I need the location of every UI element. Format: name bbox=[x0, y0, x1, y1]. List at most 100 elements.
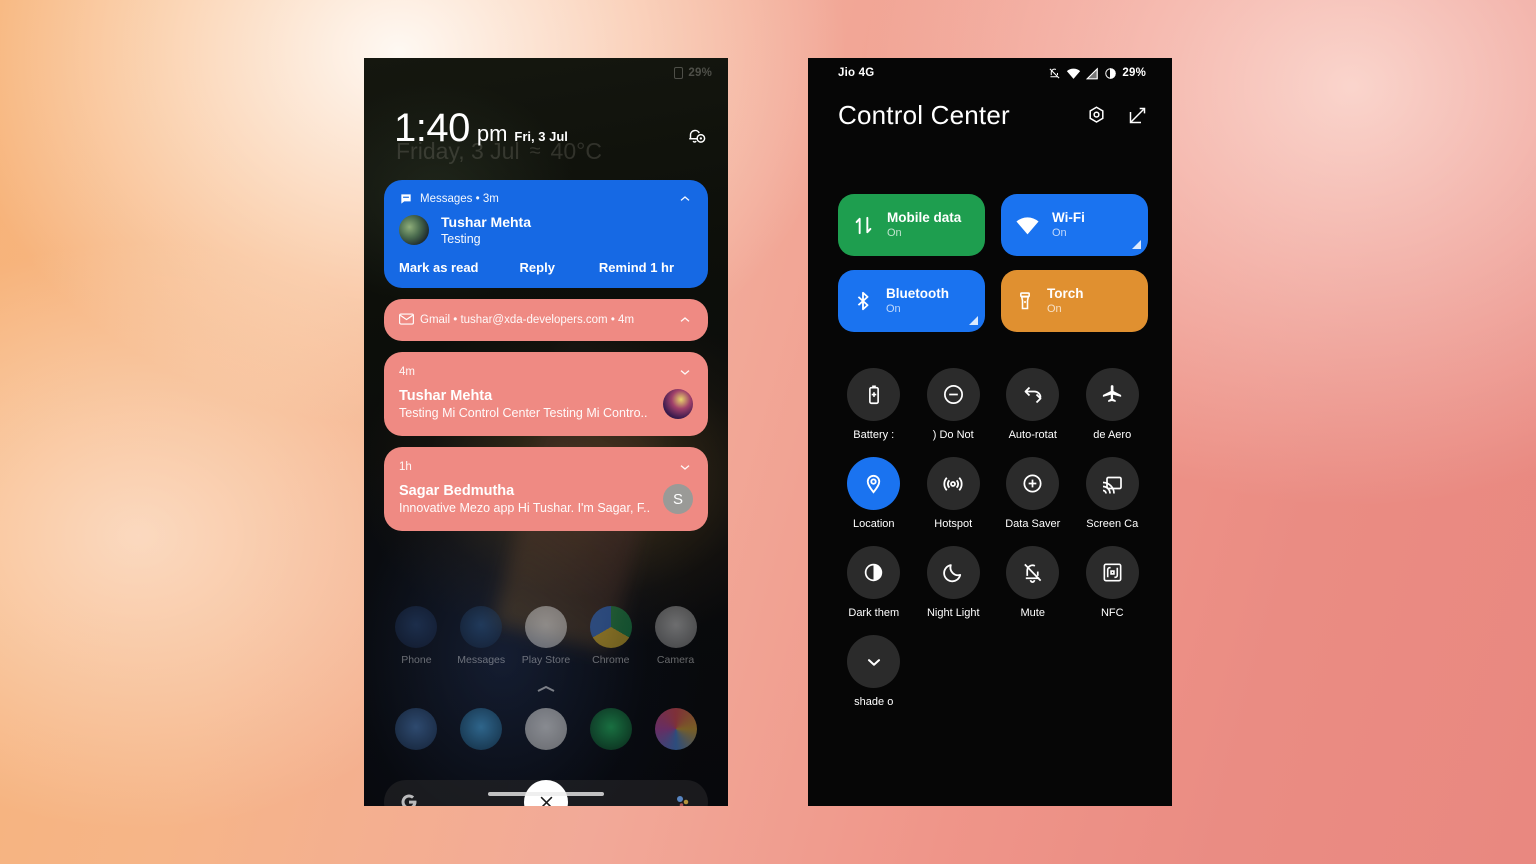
clock-date: Fri, 3 Jul bbox=[514, 129, 568, 144]
tile-mobile-data[interactable]: Mobile data On bbox=[838, 194, 985, 256]
tile-hotspot[interactable]: Hotspot bbox=[914, 457, 994, 530]
google-assistant-icon[interactable] bbox=[674, 793, 692, 806]
quick-settings-big-tiles: Mobile data On Wi-Fi On Bluetooth On Tor… bbox=[838, 194, 1148, 332]
right-phone-screen: Jio 4G 29% Control Center Mobile data On… bbox=[808, 58, 1172, 806]
tile-label: NFC bbox=[1100, 607, 1124, 619]
chevron-down-icon[interactable] bbox=[677, 459, 693, 475]
dock-slack[interactable] bbox=[514, 708, 579, 750]
messages-icon bbox=[399, 192, 413, 206]
tile-state: On bbox=[1052, 226, 1067, 239]
tile-auto-rotate[interactable]: Auto-rotat bbox=[993, 368, 1073, 441]
tile-label: Dark them bbox=[848, 607, 900, 619]
tile-label: Mobile data bbox=[887, 210, 962, 226]
edit-icon[interactable] bbox=[1127, 105, 1148, 126]
remind-button[interactable]: Remind 1 hr bbox=[599, 260, 693, 275]
phone-icon bbox=[395, 606, 438, 648]
dock-twitter[interactable] bbox=[449, 708, 514, 750]
tile-location[interactable]: Location bbox=[834, 457, 914, 530]
mark-as-read-button[interactable]: Mark as read bbox=[399, 260, 520, 275]
tile-wifi[interactable]: Wi-Fi On bbox=[1001, 194, 1148, 256]
app-phone[interactable]: Phone bbox=[384, 606, 449, 666]
notification-header: Gmail • tushar@xda-developers.com • 4m bbox=[384, 299, 708, 341]
quick-settings-small-tiles: Battery : ) Do Not Auto-rotat de Aero Lo… bbox=[834, 368, 1152, 708]
tile-label: ) Do Not bbox=[932, 429, 974, 441]
gear-icon[interactable] bbox=[1086, 105, 1107, 126]
notification-tushar[interactable]: 4m Tushar Mehta Testing Mi Control Cente… bbox=[384, 352, 708, 436]
carrier-label: Jio 4G bbox=[838, 67, 875, 79]
clock-time: 1:40 bbox=[394, 106, 470, 150]
notification-text: Testing Mi Control Center Testing Mi Con… bbox=[399, 406, 648, 420]
control-center-header: Control Center bbox=[838, 100, 1148, 131]
avatar bbox=[663, 389, 693, 419]
dock-one[interactable] bbox=[643, 708, 708, 750]
data-saver-icon bbox=[1006, 457, 1060, 510]
tile-label: Auto-rotat bbox=[1008, 429, 1057, 441]
battery-icon bbox=[1104, 67, 1117, 80]
chevron-down-icon bbox=[847, 635, 901, 688]
camera-icon bbox=[654, 606, 697, 648]
notification-text: Innovative Mezo app Hi Tushar. I'm Sagar… bbox=[399, 501, 651, 515]
chevron-up-icon[interactable] bbox=[677, 191, 693, 207]
notification-header: Messages • 3m bbox=[384, 180, 708, 210]
chevron-down-icon[interactable] bbox=[677, 364, 693, 380]
do-not-disturb-icon bbox=[926, 368, 980, 421]
notification-app-time: Messages • 3m bbox=[420, 193, 499, 205]
trello-icon bbox=[395, 708, 438, 750]
notification-title: Tushar Mehta bbox=[441, 214, 531, 230]
reply-button[interactable]: Reply bbox=[520, 260, 599, 275]
chrome-icon bbox=[589, 606, 632, 648]
tile-night-light[interactable]: Night Light bbox=[914, 546, 994, 619]
location-icon bbox=[847, 457, 901, 510]
dark-theme-icon bbox=[847, 546, 901, 599]
bluetooth-icon bbox=[852, 289, 874, 313]
app-drawer-handle[interactable] bbox=[364, 684, 728, 694]
app-chrome[interactable]: Chrome bbox=[578, 606, 643, 666]
notification-title: Sagar Bedmutha bbox=[399, 483, 515, 499]
tile-data-saver[interactable]: Data Saver bbox=[993, 457, 1073, 530]
tile-label: Torch bbox=[1047, 286, 1084, 302]
mobile-data-icon bbox=[852, 214, 875, 237]
app-label: Play Store bbox=[521, 654, 571, 666]
tile-dark-theme[interactable]: Dark them bbox=[834, 546, 914, 619]
navigation-pill[interactable] bbox=[488, 792, 604, 796]
tile-expand-shade[interactable]: shade o bbox=[834, 635, 914, 708]
app-camera[interactable]: Camera bbox=[643, 606, 708, 666]
dock-spotify[interactable] bbox=[578, 708, 643, 750]
tile-label: Night Light bbox=[926, 607, 980, 619]
tile-bluetooth[interactable]: Bluetooth On bbox=[838, 270, 985, 332]
notification-sagar[interactable]: 1h Sagar Bedmutha Innovative Mezo app Hi… bbox=[384, 447, 708, 531]
tile-label: Location bbox=[852, 518, 895, 530]
spotify-icon bbox=[589, 708, 632, 750]
app-label: Messages bbox=[457, 654, 506, 666]
tile-battery-saver[interactable]: Battery : bbox=[834, 368, 914, 441]
tile-torch[interactable]: Torch On bbox=[1001, 270, 1148, 332]
notification-header: 4m bbox=[384, 352, 708, 382]
expand-corner-icon[interactable] bbox=[969, 316, 978, 325]
battery-saver-icon bbox=[847, 368, 901, 421]
tile-airplane-mode[interactable]: de Aero bbox=[1073, 368, 1153, 441]
notification-title: Tushar Mehta bbox=[399, 388, 493, 404]
tile-do-not-disturb[interactable]: ) Do Not bbox=[914, 368, 994, 441]
notification-time: 1h bbox=[399, 461, 412, 473]
expand-corner-icon[interactable] bbox=[1132, 240, 1141, 249]
screen-cast-icon bbox=[1085, 457, 1139, 510]
left-battery-percent: 29% bbox=[688, 67, 712, 79]
tile-label: Mute bbox=[1020, 607, 1045, 619]
gmail-icon bbox=[399, 313, 414, 327]
tile-label: Data Saver bbox=[1005, 518, 1061, 530]
tile-state: On bbox=[886, 302, 901, 315]
notification-messages[interactable]: Messages • 3m Tushar Mehta Testing Mark … bbox=[384, 180, 708, 288]
hotspot-icon bbox=[926, 457, 980, 510]
app-label: Camera bbox=[656, 654, 695, 666]
control-center-title: Control Center bbox=[838, 100, 1010, 130]
avatar: S bbox=[663, 484, 693, 514]
tile-mute[interactable]: Mute bbox=[993, 546, 1073, 619]
app-messages[interactable]: Messages bbox=[449, 606, 514, 666]
chevron-up-icon[interactable] bbox=[677, 312, 693, 328]
app-play-store[interactable]: Play Store bbox=[514, 606, 579, 666]
tile-nfc[interactable]: NFC bbox=[1073, 546, 1153, 619]
dock-trello[interactable] bbox=[384, 708, 449, 750]
notification-gmail[interactable]: Gmail • tushar@xda-developers.com • 4m bbox=[384, 299, 708, 341]
tile-screen-cast[interactable]: Screen Ca bbox=[1073, 457, 1153, 530]
notification-settings-icon[interactable] bbox=[682, 122, 710, 150]
